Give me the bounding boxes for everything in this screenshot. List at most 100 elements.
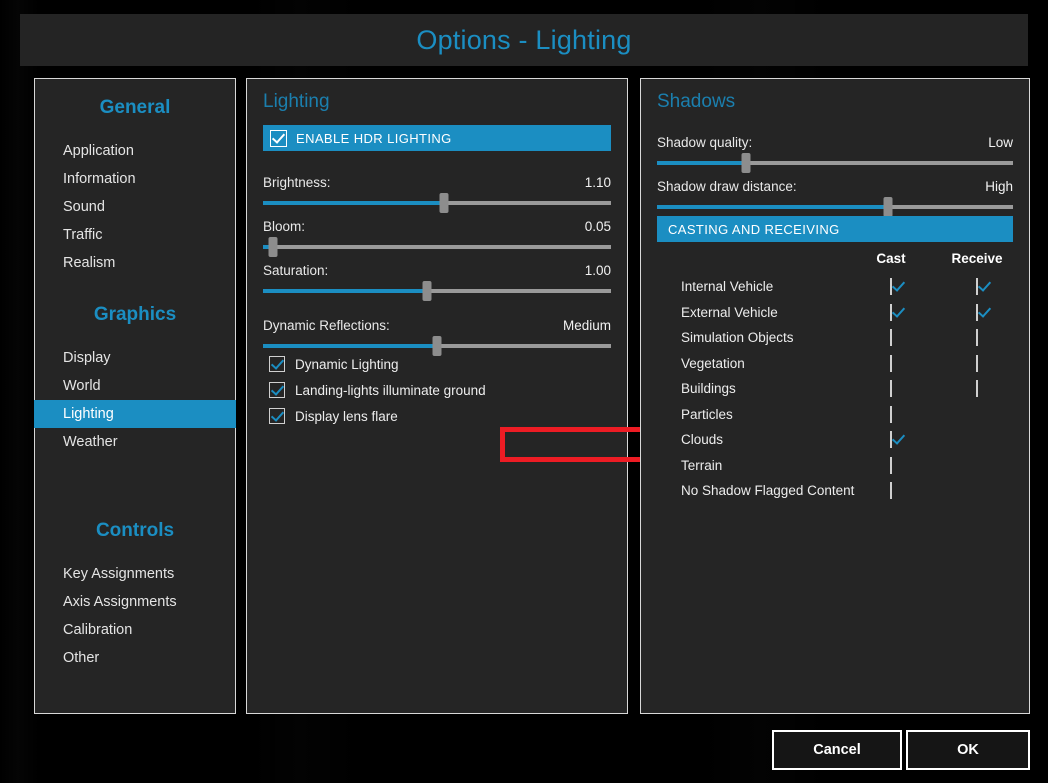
sidebar-item-lighting[interactable]: Lighting — [34, 400, 236, 428]
brightness-slider-knob[interactable] — [439, 193, 448, 213]
nav-group-controls: Controls Key AssignmentsAxis AssignmentsC… — [35, 520, 235, 672]
dynamic-reflections-slider-track[interactable] — [263, 344, 611, 348]
shadow-row-label-buildings: Buildings — [681, 381, 736, 396]
dynamic-reflections-block: Dynamic Reflections:Medium — [263, 304, 611, 348]
column-header-cast: Cast — [861, 251, 921, 266]
dynamic-lighting-checkbox[interactable] — [269, 356, 285, 372]
shadow-quality-slider-value: Low — [988, 135, 1013, 150]
cast-checkbox-particles[interactable] — [890, 406, 892, 423]
saturation-slider-track[interactable] — [263, 289, 611, 293]
shadow-draw-distance-slider-track[interactable] — [657, 205, 1013, 209]
option-row-dynamic-lighting[interactable]: Dynamic Lighting — [269, 351, 611, 377]
display-lens-flare-checkbox[interactable] — [269, 408, 285, 424]
receive-cell-internal-vehicle — [976, 279, 978, 294]
table-row: No Shadow Flagged Content — [657, 480, 1013, 506]
table-row: Particles — [657, 404, 1013, 430]
brightness-slider-row: Brightness:1.10 — [263, 175, 611, 205]
sidebar-item-calibration[interactable]: Calibration — [35, 616, 235, 644]
sidebar-item-information[interactable]: Information — [35, 165, 235, 193]
enable-hdr-lighting-label: ENABLE HDR LIGHTING — [296, 131, 452, 146]
shadow-quality-slider-fill — [657, 161, 746, 165]
saturation-slider-label: Saturation: — [263, 263, 328, 278]
sidebar-item-weather[interactable]: Weather — [35, 428, 235, 456]
option-row-display-lens-flare[interactable]: Display lens flare — [269, 403, 611, 429]
shadow-quality-slider-knob[interactable] — [742, 153, 751, 173]
saturation-slider-knob[interactable] — [422, 281, 431, 301]
dynamic-reflections-slider-fill — [263, 344, 437, 348]
landing-lights-illuminate-ground-checkbox[interactable] — [269, 382, 285, 398]
cast-cell-buildings — [890, 381, 892, 396]
sidebar-item-key-assignments[interactable]: Key Assignments — [35, 560, 235, 588]
bloom-slider-head: Bloom:0.05 — [263, 219, 611, 234]
brightness-slider-label: Brightness: — [263, 175, 331, 190]
shadow-row-label-external-vehicle: External Vehicle — [681, 305, 778, 320]
dynamic-reflections-slider-head: Dynamic Reflections:Medium — [263, 318, 611, 333]
saturation-slider-head: Saturation: 1.00 — [263, 263, 611, 278]
shadow-row-label-particles: Particles — [681, 407, 733, 422]
enable-hdr-lighting-row[interactable]: ENABLE HDR LIGHTING — [263, 125, 611, 151]
dynamic-lighting-highlight-box — [500, 427, 656, 462]
bloom-slider-knob[interactable] — [269, 237, 278, 257]
shadows-settings-panel: Shadows Shadow quality:LowShadow draw di… — [640, 78, 1030, 714]
dynamic-lighting-label: Dynamic Lighting — [295, 357, 399, 372]
shadow-row-label-terrain: Terrain — [681, 458, 722, 473]
shadow-draw-distance-slider-knob[interactable] — [884, 197, 893, 217]
receive-checkbox-simulation-objects[interactable] — [976, 329, 978, 346]
shadow-slider-list: Shadow quality:LowShadow draw distance:H… — [657, 121, 1013, 209]
cast-checkbox-simulation-objects[interactable] — [890, 329, 892, 346]
nav-group-title-graphics: Graphics — [35, 304, 235, 326]
brightness-slider-track[interactable] — [263, 201, 611, 205]
shadow-row-label-clouds: Clouds — [681, 432, 723, 447]
ok-button[interactable]: OK — [906, 730, 1030, 770]
sidebar-item-axis-assignments[interactable]: Axis Assignments — [35, 588, 235, 616]
cast-checkbox-terrain[interactable] — [890, 457, 892, 474]
receive-cell-buildings — [976, 381, 978, 396]
cast-cell-terrain — [890, 458, 892, 473]
dynamic-reflections-slider-value: Medium — [563, 318, 611, 333]
cast-checkbox-no-shadow-flagged-content[interactable] — [890, 482, 892, 499]
lighting-panel-title: Lighting — [263, 91, 611, 113]
cast-checkbox-buildings[interactable] — [890, 380, 892, 397]
sidebar-item-application[interactable]: Application — [35, 137, 235, 165]
cast-checkbox-internal-vehicle[interactable] — [890, 278, 892, 295]
sidebar-item-world[interactable]: World — [35, 372, 235, 400]
sidebar-item-realism[interactable]: Realism — [35, 249, 235, 277]
enable-hdr-lighting-checkbox[interactable] — [270, 130, 287, 147]
nav-group-title-controls: Controls — [35, 520, 235, 542]
shadow-row-label-internal-vehicle: Internal Vehicle — [681, 279, 773, 294]
shadow-quality-slider-head: Shadow quality:Low — [657, 135, 1013, 150]
sidebar-item-sound[interactable]: Sound — [35, 193, 235, 221]
cast-checkbox-clouds[interactable] — [890, 431, 892, 448]
cast-checkbox-external-vehicle[interactable] — [890, 304, 892, 321]
cancel-button[interactable]: Cancel — [772, 730, 902, 770]
casting-receiving-banner: CASTING AND RECEIVING — [657, 216, 1013, 242]
sidebar-item-traffic[interactable]: Traffic — [35, 221, 235, 249]
table-row: Clouds — [657, 429, 1013, 455]
shadow-quality-slider-track[interactable] — [657, 161, 1013, 165]
cast-cell-internal-vehicle — [890, 279, 892, 294]
lighting-slider-list: Brightness:1.10 Bloom:0.05 Saturation: 1.00 — [263, 161, 611, 293]
bloom-slider-track[interactable] — [263, 245, 611, 249]
cast-cell-clouds — [890, 432, 892, 447]
receive-checkbox-buildings[interactable] — [976, 380, 978, 397]
table-row: Buildings — [657, 378, 1013, 404]
nav-group-title-general: General — [35, 97, 235, 119]
shadow-table-header: Cast Receive — [657, 251, 1013, 273]
option-row-landing-lights-illuminate-ground[interactable]: Landing-lights illuminate ground — [269, 377, 611, 403]
table-row: Vegetation — [657, 353, 1013, 379]
table-row: Internal Vehicle — [657, 276, 1013, 302]
sidebar-item-display[interactable]: Display — [35, 344, 235, 372]
receive-checkbox-vegetation[interactable] — [976, 355, 978, 372]
nav-group-general: General ApplicationInformationSoundTraffi… — [35, 97, 235, 277]
shadow-row-label-no-shadow-flagged-content: No Shadow Flagged Content — [681, 483, 854, 498]
sidebar-item-other[interactable]: Other — [35, 644, 235, 672]
saturation-slider-value: 1.00 — [585, 263, 611, 278]
cast-checkbox-vegetation[interactable] — [890, 355, 892, 372]
page-title: Options - Lighting — [416, 25, 631, 56]
lighting-settings-panel: Lighting ENABLE HDR LIGHTING Brightness:… — [246, 78, 628, 714]
bloom-slider-row: Bloom:0.05 — [263, 219, 611, 249]
receive-checkbox-external-vehicle[interactable] — [976, 304, 978, 321]
receive-checkbox-internal-vehicle[interactable] — [976, 278, 978, 295]
table-row: Terrain — [657, 455, 1013, 481]
table-row: Simulation Objects — [657, 327, 1013, 353]
